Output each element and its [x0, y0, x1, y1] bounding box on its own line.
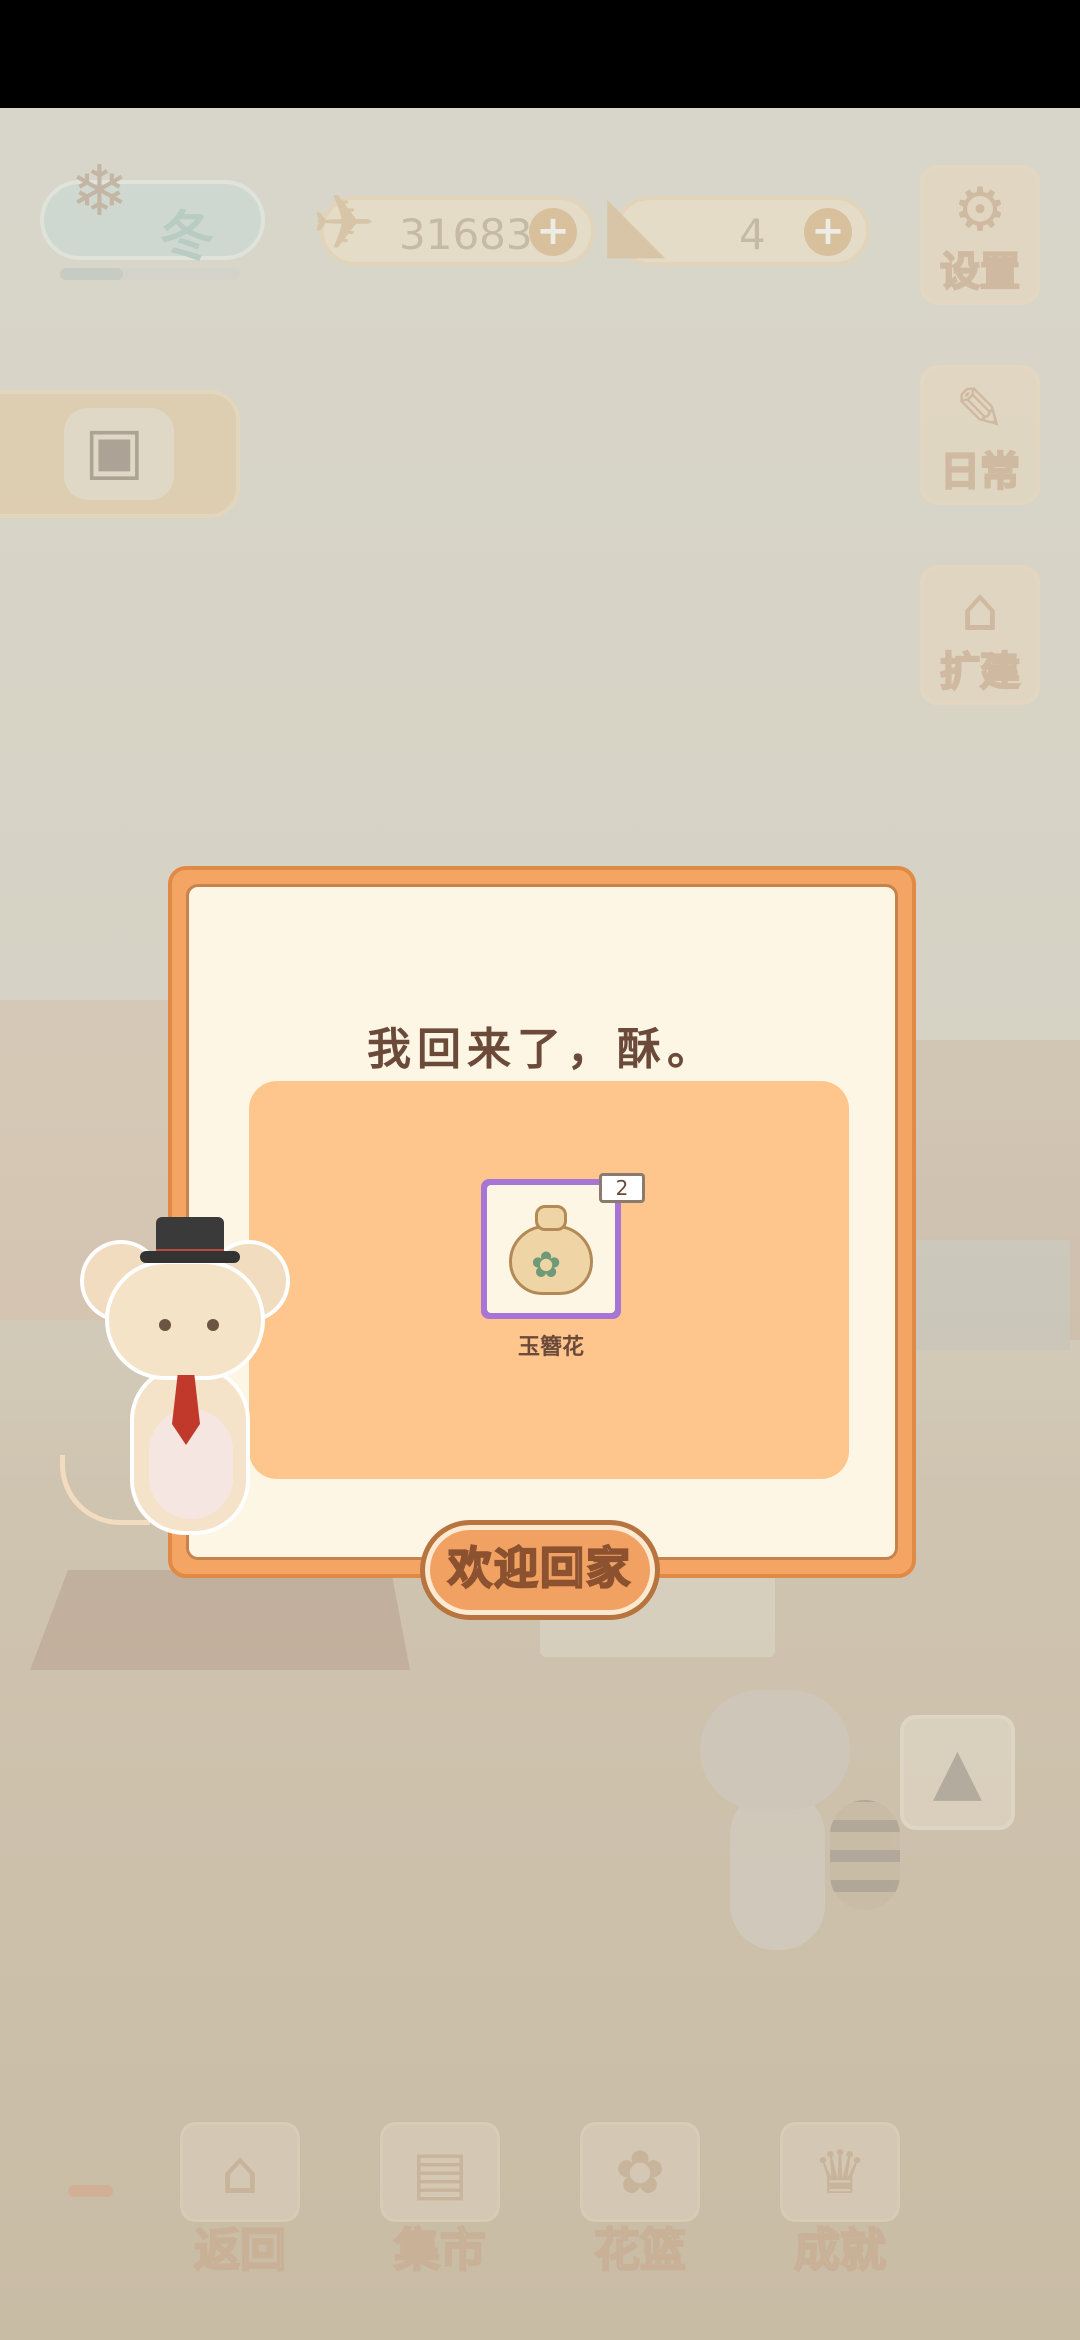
nav-handle: [68, 2185, 113, 2197]
snow-tree-icon: ❄: [70, 150, 129, 232]
nav-market-button[interactable]: ▤ 集市: [370, 2122, 510, 2278]
reward-item-name: 玉簪花: [517, 1335, 584, 1360]
nav-basket-label: 花篮: [593, 2222, 687, 2278]
raccoon-body: [730, 1790, 825, 1950]
nav-achievement-button[interactable]: ♛ 成就: [770, 2122, 910, 2278]
cheese-icon: ◣: [607, 178, 666, 267]
gear-icon: ⚙: [953, 175, 1007, 245]
daily-label: 日常: [939, 448, 1021, 496]
season-indicator[interactable]: ❄ 冬: [40, 140, 265, 280]
expand-button[interactable]: ⌂ 扩建: [920, 565, 1040, 705]
raccoon-tail: [830, 1800, 900, 1910]
flower-basket-icon: ✿: [580, 2122, 700, 2222]
cheese-amount: 4: [739, 210, 766, 259]
season-label: 冬: [160, 205, 214, 268]
reward-count-badge: 2: [599, 1173, 645, 1203]
mountain-icon: ▲: [932, 1735, 983, 1809]
window-icon: ⌂: [180, 2122, 300, 2222]
daily-button[interactable]: ✎ 日常: [920, 365, 1040, 505]
nav-back-label: 返回: [193, 2222, 287, 2278]
nav-basket-button[interactable]: ✿ 花篮: [570, 2122, 710, 2278]
fishbone-icon: ✈: [312, 178, 376, 267]
mouse-character: [60, 1215, 300, 1555]
cheese-currency: ◣ 4 +: [607, 178, 870, 267]
nav-back-button[interactable]: ⌂ 返回: [170, 2122, 310, 2278]
nav-achievement-label: 成就: [793, 2222, 887, 2278]
seed-bag-icon: ✿: [509, 1203, 593, 1295]
welcome-home-label: 欢迎回家: [447, 1542, 632, 1595]
note-icon: ✎: [954, 375, 1006, 445]
settings-button[interactable]: ⚙ 设置: [920, 165, 1040, 305]
briefcase-icon: ▣: [84, 414, 145, 488]
inventory-button[interactable]: ▣: [64, 408, 174, 500]
market-stall-icon: ▤: [380, 2122, 500, 2222]
nav-market-label: 集市: [393, 2222, 487, 2278]
leaf-icon: ✿: [531, 1245, 562, 1286]
pavilion: [900, 1240, 1070, 1350]
seed-bag-neck: [535, 1205, 567, 1231]
picnic-rug: [30, 1570, 410, 1670]
trophy-icon: ♛: [780, 2122, 900, 2222]
top-hat-brim: [140, 1251, 240, 1263]
reward-item-frame: ✿: [487, 1185, 615, 1313]
settings-label: 设置: [939, 248, 1021, 296]
add-fish-button[interactable]: +: [529, 208, 577, 256]
season-progress-bar: [60, 268, 240, 280]
dialog-title: 我回来了，酥。: [367, 1024, 717, 1075]
fish-amount: 31683: [399, 210, 533, 259]
map-button[interactable]: ▲: [900, 1715, 1015, 1830]
build-icon: ⌂: [960, 575, 1000, 645]
status-bar: [0, 0, 1080, 108]
reward-panel: ✿ 2 玉簪花: [249, 1081, 849, 1479]
mouse-eye-left: [159, 1319, 171, 1331]
expand-label: 扩建: [939, 648, 1021, 696]
mouse-eye-right: [207, 1319, 219, 1331]
inventory-tab[interactable]: ▣: [0, 390, 240, 518]
raccoon-character[interactable]: [680, 1670, 910, 1970]
welcome-home-button[interactable]: 欢迎回家: [420, 1520, 660, 1620]
raccoon-head: [700, 1690, 850, 1810]
season-progress-fill: [60, 268, 123, 280]
add-cheese-button[interactable]: +: [804, 208, 852, 256]
mouse-face: [105, 1260, 265, 1380]
fish-currency: ✈ 31683 +: [312, 178, 595, 267]
